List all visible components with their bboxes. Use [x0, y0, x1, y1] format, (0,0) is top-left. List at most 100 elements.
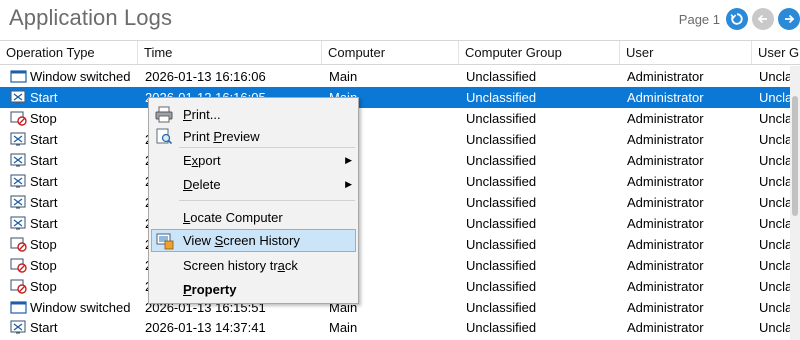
cell-computer-group: Unclassified [466, 69, 537, 84]
menu-item-label: Print Preview [183, 129, 260, 144]
cell-user: Administrator [627, 195, 704, 210]
start-icon [10, 153, 30, 168]
operation-type-label: Window switched [30, 300, 131, 315]
table-row[interactable]: Window switched 2026-01-13 16:15:51 Main Un… [0, 297, 790, 318]
table-row[interactable]: Start 2026-01-13 14:37:41 Main Unclassified… [0, 317, 790, 338]
cell-user: Administrator [627, 90, 704, 105]
menu-item-print-preview[interactable]: Print Preview [151, 125, 356, 148]
scrollbar-thumb[interactable] [792, 96, 798, 216]
cell-operation-type: Start [10, 87, 136, 108]
menu-item-label: Print... [183, 107, 221, 122]
menu-item-print[interactable]: Print... [151, 103, 356, 126]
cell-user: Administrator [627, 216, 704, 231]
cell-operation-type: Stop [10, 234, 136, 255]
cell-computer-group: Unclassified [466, 90, 537, 105]
cell-computer-group: Unclassified [466, 111, 537, 126]
operation-type-label: Start [30, 320, 58, 335]
stop-icon [10, 279, 30, 294]
page-title: Application Logs [9, 5, 173, 30]
menu-item-property[interactable]: Property [151, 278, 356, 301]
cell-user-group: Uncla [759, 279, 790, 294]
cell-operation-type: Start [10, 150, 136, 171]
cell-operation-type: Start [10, 213, 136, 234]
column-header-user-group[interactable]: User G [752, 41, 800, 64]
cell-user: Administrator [627, 279, 704, 294]
cell-user: Administrator [627, 69, 704, 84]
operation-type-label: Stop [30, 279, 57, 294]
operation-type-label: Stop [30, 111, 57, 126]
table-row[interactable]: Stop2UnclassifiedAdministratorUncla [0, 255, 790, 276]
operation-type-label: Start [30, 216, 58, 231]
menu-item-view-screen-history[interactable]: View Screen History [151, 229, 356, 252]
cell-computer: Main [329, 69, 358, 84]
cell-user-group: Uncla [759, 258, 790, 273]
cell-computer-group: Unclassified [466, 132, 537, 147]
table-row[interactable]: Start2UnclassifiedAdministratorUncla [0, 129, 790, 150]
cell-operation-type: Stop [10, 276, 136, 297]
cell-user-group: Uncla [759, 69, 790, 84]
context-menu: Print... Print Preview Export ▶ Delete ▶ Locat… [148, 97, 359, 304]
window-icon [10, 300, 30, 315]
cell-time: 2026-01-13 14:37:41 [145, 320, 266, 335]
vertical-scrollbar[interactable] [790, 66, 800, 340]
cell-user-group: Uncla [759, 320, 790, 335]
table-row[interactable]: Start2UnclassifiedAdministratorUncla [0, 150, 790, 171]
start-icon [10, 320, 30, 335]
table-header: Operation Type Time Computer Computer Gr… [0, 41, 800, 65]
menu-item-label: Property [183, 282, 237, 297]
operation-type-label: Start [30, 132, 58, 147]
cell-computer-group: Unclassified [466, 153, 537, 168]
start-icon [10, 132, 30, 147]
cell-user-group: Uncla [759, 111, 790, 126]
menu-item-label: Locate Computer [183, 210, 283, 225]
cell-computer-group: Unclassified [466, 216, 537, 231]
column-header-computer[interactable]: Computer [322, 41, 459, 64]
operation-type-label: Stop [30, 258, 57, 273]
start-icon [10, 90, 30, 105]
start-icon [10, 174, 30, 189]
cell-computer-group: Unclassified [466, 258, 537, 273]
operation-type-label: Start [30, 174, 58, 189]
column-header-time[interactable]: Time [138, 41, 322, 64]
header-bar: Application Logs Page 1 [0, 0, 800, 40]
menu-item-screen-history-track[interactable]: Screen history track [151, 254, 356, 277]
cell-user-group: Uncla [759, 90, 790, 105]
cell-user-group: Uncla [759, 237, 790, 252]
menu-item-export[interactable]: Export ▶ [151, 149, 356, 172]
operation-type-label: Start [30, 90, 58, 105]
table-row[interactable]: Start2UnclassifiedAdministratorUncla [0, 192, 790, 213]
table-row[interactable]: Window switched 2026-01-13 16:16:06 Main Un… [0, 66, 790, 87]
table-row[interactable]: Start2UnclassifiedAdministratorUncla [0, 213, 790, 234]
column-header-computer-group[interactable]: Computer Group [459, 41, 620, 64]
cell-user: Administrator [627, 300, 704, 315]
table-row[interactable]: Stop2UnclassifiedAdministratorUncla [0, 276, 790, 297]
cell-operation-type: Window switched [10, 297, 136, 318]
submenu-arrow-icon: ▶ [345, 179, 352, 189]
logs-table[interactable]: Operation Type Time Computer Computer Gr… [0, 40, 800, 340]
submenu-arrow-icon: ▶ [345, 155, 352, 165]
pager: Page 1 [679, 7, 800, 31]
refresh-icon[interactable] [726, 8, 748, 30]
menu-item-delete[interactable]: Delete ▶ [151, 173, 356, 196]
table-row[interactable]: Start2UnclassifiedAdministratorUncla [0, 171, 790, 192]
stop-icon [10, 258, 30, 273]
table-row[interactable]: Stop2UnclassifiedAdministratorUncla [0, 234, 790, 255]
arrow-right-icon[interactable] [778, 8, 800, 30]
cell-time: 2026-01-13 16:16:06 [145, 69, 266, 84]
operation-type-label: Window switched [30, 69, 131, 84]
table-row[interactable]: Start2026-01-12 16:16:05MainUnclassified… [0, 87, 790, 108]
menu-item-locate-computer[interactable]: Locate Computer [151, 206, 356, 229]
page-number-label: Page 1 [678, 11, 720, 27]
cell-computer-group: Unclassified [466, 279, 537, 294]
cell-user-group: Uncla [759, 195, 790, 210]
column-header-user[interactable]: User [620, 41, 752, 64]
cell-user-group: Uncla [759, 174, 790, 189]
column-header-operation-type[interactable]: Operation Type [0, 41, 138, 64]
table-row[interactable]: Stop Unclassified Administrator Uncla [0, 108, 790, 129]
operation-type-label: Start [30, 195, 58, 210]
cell-computer-group: Unclassified [466, 174, 537, 189]
arrow-left-icon[interactable] [752, 8, 774, 30]
cell-operation-type: Start [10, 129, 136, 150]
cell-computer-group: Unclassified [466, 300, 537, 315]
cell-computer-group: Unclassified [466, 320, 537, 335]
